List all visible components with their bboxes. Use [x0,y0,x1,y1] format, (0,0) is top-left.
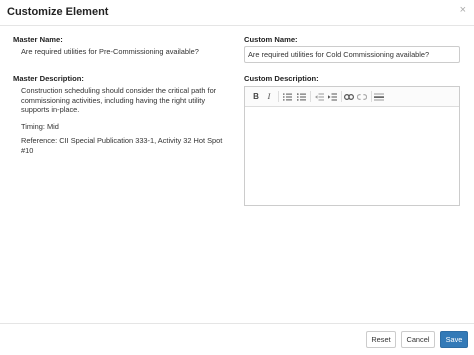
modal-footer: Reset Cancel Save [0,323,474,355]
custom-name-input[interactable] [244,46,460,63]
custom-description-label: Custom Description: [244,74,319,83]
reset-button[interactable]: Reset [366,331,396,348]
editor-toolbar: B I [245,87,459,107]
master-name-label: Master Name: [13,35,63,44]
master-name-value: Are required utilities for Pre-Commissio… [21,47,199,56]
bold-icon[interactable]: B [250,90,262,103]
toolbar-separator [278,91,279,102]
modal-title: Customize Element [7,6,109,18]
modal-header: Customize Element × [0,0,474,26]
master-description-paragraph: Reference: CII Special Publication 333-1… [21,136,223,155]
master-description-label: Master Description: [13,74,84,83]
cancel-button[interactable]: Cancel [401,331,435,348]
custom-description-editor: B I [244,86,460,206]
italic-icon[interactable]: I [263,90,275,103]
numbered-list-icon[interactable] [281,90,293,103]
toolbar-separator [371,91,372,102]
bold-glyph: B [253,92,259,101]
master-description-paragraph: Timing: Mid [21,122,59,131]
toolbar-separator [310,91,311,102]
link-icon[interactable] [343,90,355,103]
horizontal-rule-icon[interactable] [373,90,385,103]
customize-element-modal: Customize Element × Master Name: Are req… [0,0,474,355]
indent-icon[interactable] [326,90,338,103]
bullet-list-icon[interactable] [295,90,307,103]
italic-glyph: I [267,92,271,101]
close-icon[interactable]: × [460,4,466,16]
master-description-paragraph: Construction scheduling should consider … [21,86,217,114]
save-button[interactable]: Save [440,331,468,348]
custom-name-label: Custom Name: [244,35,298,44]
toolbar-separator [341,91,342,102]
outdent-icon[interactable] [313,90,325,103]
unlink-icon[interactable] [356,90,368,103]
custom-description-textarea[interactable] [245,108,459,205]
